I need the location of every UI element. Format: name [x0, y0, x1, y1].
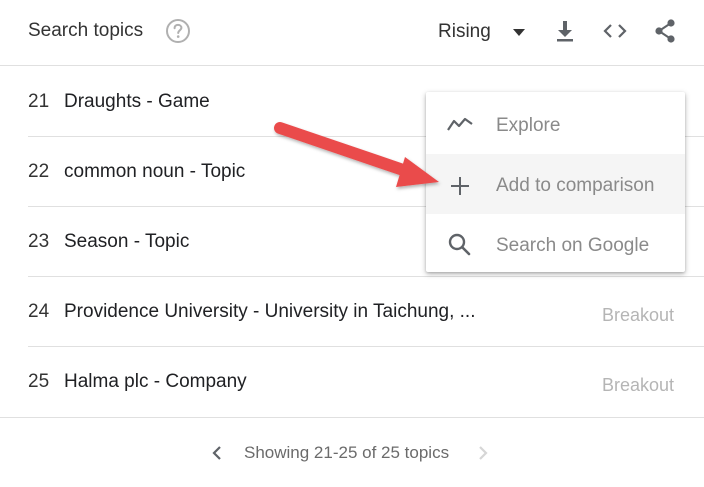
menu-item-label: Add to comparison: [496, 175, 655, 196]
row-rank: 22: [28, 161, 50, 182]
row-rank: 23: [28, 231, 50, 252]
rising-dropdown[interactable]: Rising: [438, 20, 525, 44]
pagination-status: Showing 21-25 of 25 topics: [244, 443, 450, 462]
dropdown-label: Rising: [438, 21, 491, 42]
menu-item-label: Search on Google: [496, 235, 650, 256]
row-label[interactable]: Season - Topic: [64, 231, 189, 253]
plus-icon: [446, 172, 474, 196]
row-value: Breakout: [601, 375, 674, 395]
row-rank: 21: [28, 91, 50, 112]
row-label[interactable]: common noun - Topic: [64, 161, 245, 183]
footer-divider: [0, 417, 704, 418]
row-label[interactable]: Providence University - University in Ta…: [64, 301, 475, 323]
help-icon[interactable]: [165, 18, 191, 44]
topic-row[interactable]: 24 Providence University - University in…: [0, 277, 704, 347]
trending-icon: [446, 112, 474, 136]
search-icon: [446, 232, 474, 256]
widget-header: Search topics Rising: [0, 0, 704, 66]
pagination: Showing 21-25 of 25 topics: [0, 441, 704, 465]
download-icon[interactable]: [552, 18, 578, 44]
row-context-menu: Explore Add to comparison Search on Goog…: [426, 92, 685, 272]
row-rank: 24: [28, 301, 50, 322]
embed-code-icon[interactable]: [602, 18, 628, 44]
row-label[interactable]: Draughts - Game: [64, 91, 210, 113]
row-value: Breakout: [601, 305, 674, 325]
row-label[interactable]: Halma plc - Company: [64, 371, 247, 393]
caret-down-icon: [512, 28, 525, 36]
row-rank: 25: [28, 371, 50, 392]
menu-item-add-to-comparison[interactable]: Add to comparison: [426, 154, 685, 214]
widget-title: Search topics: [28, 20, 144, 41]
menu-item-label: Explore: [496, 115, 561, 136]
chevron-left-icon[interactable]: [209, 443, 225, 463]
menu-item-search-on-google[interactable]: Search on Google: [426, 214, 685, 274]
menu-item-explore[interactable]: Explore: [426, 94, 685, 154]
chevron-right-icon[interactable]: [475, 443, 491, 463]
share-icon[interactable]: [652, 18, 678, 44]
topic-row[interactable]: 25 Halma plc - Company Breakout: [0, 347, 704, 417]
